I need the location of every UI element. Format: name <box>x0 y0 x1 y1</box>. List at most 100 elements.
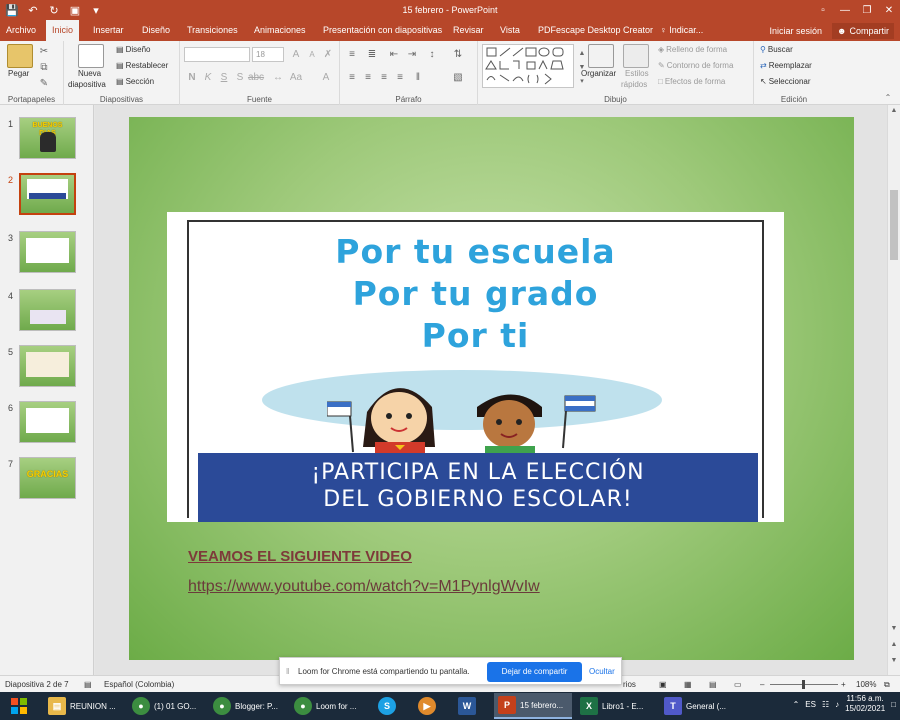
paste-button[interactable]: Pegar <box>8 69 29 78</box>
case-icon[interactable]: Aa <box>288 69 304 85</box>
taskbar-item[interactable]: ▶ <box>414 693 448 719</box>
section-button[interactable]: ▤ Sección <box>116 77 154 86</box>
copy-icon[interactable]: ⧉ <box>36 59 52 75</box>
numbering-icon[interactable]: ≣ <box>364 46 380 62</box>
tab-indicar[interactable]: ♀ Indicar... <box>654 20 709 41</box>
slide-thumbnail[interactable] <box>19 231 76 273</box>
language-indicator[interactable]: Español (Colombia) <box>104 680 174 689</box>
spacing-icon[interactable]: ↔ <box>270 69 286 85</box>
italic-icon[interactable]: K <box>200 69 216 85</box>
zoom-level[interactable]: 108% <box>856 680 876 689</box>
scroll-down-icon[interactable]: ▼ <box>888 625 900 632</box>
ribbon-display-icon[interactable]: ▫ <box>812 0 834 20</box>
new-slide-icon[interactable] <box>78 44 104 68</box>
slideshow-view-icon[interactable]: ▭ <box>734 680 742 689</box>
columns-icon[interactable]: ‖ <box>410 69 426 85</box>
tab-pdfescape[interactable]: PDFescape Desktop Creator <box>532 20 659 41</box>
taskbar-item[interactable]: ● (1) 01 GO... <box>128 693 206 719</box>
taskbar-item[interactable]: T General (... <box>660 693 738 719</box>
collapse-ribbon-icon[interactable]: ⌃ <box>880 89 896 105</box>
align-right-icon[interactable]: ≡ <box>376 69 392 85</box>
shape-effects-button[interactable]: □ Efectos de forma <box>658 77 725 86</box>
taskbar-item[interactable]: X Libro1 - E... <box>576 693 654 719</box>
font-size-combo[interactable]: 18 <box>252 47 284 62</box>
new-slide-button-2[interactable]: diapositiva <box>68 80 106 89</box>
windows-start-button[interactable] <box>6 696 32 716</box>
scroll-up-icon[interactable]: ▲ <box>888 107 900 114</box>
font-color-icon[interactable]: A <box>318 69 334 85</box>
clear-format-icon[interactable]: ✗ <box>320 46 336 62</box>
thumbnail-row[interactable]: 5 <box>0 345 94 393</box>
scrollbar-thumb[interactable] <box>890 190 898 260</box>
line-spacing-icon[interactable]: ↕ <box>424 46 440 62</box>
signin-link[interactable]: Iniciar sesión <box>769 26 822 36</box>
shape-fill-button[interactable]: ◈ Relleno de forma <box>658 45 727 54</box>
quick-styles-button[interactable]: Estilos <box>625 69 649 78</box>
bullets-icon[interactable]: ≡ <box>344 46 360 62</box>
input-language[interactable]: ES <box>805 700 816 709</box>
notes-button[interactable]: rios <box>623 680 636 689</box>
slide-thumbnail[interactable] <box>19 345 76 387</box>
video-link[interactable]: https://www.youtube.com/watch?v=M1PynlgW… <box>188 578 540 596</box>
network-icon[interactable]: ☷ <box>822 700 829 709</box>
tab-insertar[interactable]: Insertar <box>87 20 130 41</box>
shrink-font-icon[interactable]: A <box>304 46 320 62</box>
slide-thumbnail[interactable]: GRACIAS <box>19 457 76 499</box>
tray-expand-icon[interactable]: ⌃ <box>793 700 800 709</box>
new-slide-button[interactable]: Nueva <box>78 69 101 78</box>
taskbar-item[interactable]: W <box>454 693 488 719</box>
shadow-icon[interactable]: S <box>232 69 248 85</box>
zoom-slider-thumb[interactable] <box>802 680 805 689</box>
select-button[interactable]: ↖ Seleccionar <box>760 77 811 86</box>
thumbnail-row[interactable]: 2 <box>0 173 94 221</box>
taskbar-item[interactable]: S <box>374 693 408 719</box>
share-button[interactable]: ☻ Compartir <box>832 22 894 39</box>
justify-icon[interactable]: ≡ <box>392 69 408 85</box>
clock[interactable]: 11:56 a.m. 15/02/2021 <box>845 694 885 714</box>
tab-archivo[interactable]: Archivo <box>0 20 42 41</box>
vertical-scrollbar[interactable]: ▲ ▼ ▲ ▼ <box>887 105 900 675</box>
hide-button[interactable]: Ocultar <box>589 667 615 676</box>
decrease-indent-icon[interactable]: ⇤ <box>386 46 402 62</box>
taskbar-item[interactable]: ● Loom for ... <box>290 693 368 719</box>
format-painter-icon[interactable]: ✎ <box>36 75 52 91</box>
taskbar-item[interactable]: P 15 febrero... <box>494 693 572 719</box>
stop-sharing-button[interactable]: Dejar de compartir <box>487 662 582 682</box>
tab-inicio[interactable]: Inicio <box>46 20 80 41</box>
reading-view-icon[interactable]: ▤ <box>709 680 717 689</box>
thumbnail-row[interactable]: 6 <box>0 401 94 449</box>
zoom-in-icon[interactable]: + <box>841 680 846 689</box>
previous-slide-icon[interactable]: ▲ <box>888 641 900 648</box>
tab-revisar[interactable]: Revisar <box>447 20 490 41</box>
thumbnail-row[interactable]: 7 GRACIAS <box>0 457 94 505</box>
sorter-view-icon[interactable]: ▦ <box>684 680 692 689</box>
slide[interactable]: Por tu escuela Por tu grado Por ti ¡PART… <box>129 117 854 660</box>
close-button[interactable]: ✕ <box>878 0 900 20</box>
normal-view-icon[interactable]: ▣ <box>659 680 667 689</box>
cut-icon[interactable]: ✂ <box>36 43 52 59</box>
tab-vista[interactable]: Vista <box>494 20 526 41</box>
organize-button[interactable]: Organizar <box>581 69 616 78</box>
slide-thumbnail[interactable] <box>19 401 76 443</box>
increase-indent-icon[interactable]: ⇥ <box>404 46 420 62</box>
poster-image[interactable]: Por tu escuela Por tu grado Por ti ¡PART… <box>167 212 784 522</box>
find-button[interactable]: ⚲ Buscar <box>760 45 793 54</box>
align-center-icon[interactable]: ≡ <box>360 69 376 85</box>
tab-presentacion[interactable]: Presentación con diapositivas <box>317 20 448 41</box>
zoom-out-icon[interactable]: – <box>760 680 764 689</box>
shape-outline-button[interactable]: ✎ Contorno de forma <box>658 61 733 70</box>
slide-thumbnail[interactable] <box>19 289 76 331</box>
paste-icon[interactable] <box>7 44 33 68</box>
slide-thumbnail-selected[interactable] <box>19 173 76 215</box>
bold-icon[interactable]: N <box>184 69 200 85</box>
underline-icon[interactable]: S <box>216 69 232 85</box>
maximize-button[interactable]: ❐ <box>856 0 878 20</box>
taskbar-item[interactable]: ● Blogger: P... <box>209 693 287 719</box>
fit-slide-icon[interactable]: ⧉ <box>884 680 890 690</box>
thumbnail-row[interactable]: 3 <box>0 231 94 279</box>
quick-styles-icon[interactable] <box>623 44 649 68</box>
quick-styles-button-2[interactable]: rápidos <box>621 80 647 89</box>
minimize-button[interactable]: — <box>834 0 856 20</box>
slide-thumbnail[interactable]: BUENOS DIAS <box>19 117 76 159</box>
thumbnail-row[interactable]: 1 BUENOS DIAS <box>0 117 94 165</box>
